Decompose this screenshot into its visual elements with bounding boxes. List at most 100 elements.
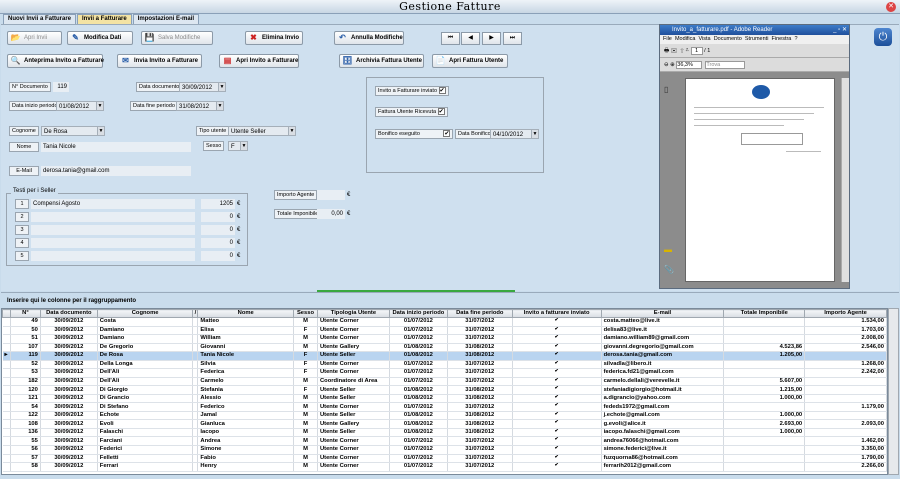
modifica-dati-button[interactable]: ✎ Modifica Dati <box>67 31 133 45</box>
column-header[interactable]: Data inizio periodo <box>388 309 448 318</box>
fattura-ricevuta-checkbox[interactable]: ✔ <box>437 108 445 116</box>
menu-finestra[interactable]: Finestra <box>772 36 792 42</box>
print-icon[interactable]: 🖶 <box>664 48 669 54</box>
page-thumbnail-icon[interactable]: ▯ <box>664 85 668 94</box>
table-row[interactable]: 56 30/09/2012 Federici Simone M Utente Corner… <box>2 445 887 455</box>
invito-inviato-cell[interactable]: ✔ <box>512 343 602 353</box>
down-arrow-icon[interactable]: ⇩ <box>685 48 689 54</box>
apri-invii-button[interactable]: 📂 Apri Invii <box>7 31 62 45</box>
table-row[interactable]: ▸ 119 30/09/2012 De Rosa Tania Nicole F Utente… <box>2 351 887 361</box>
table-row[interactable]: 52 30/09/2012 Della Longa Silvia F Utente Cor… <box>2 360 887 370</box>
dropdown-arrow-icon[interactable]: ▼ <box>96 102 103 110</box>
importo-agente-field[interactable] <box>317 190 345 200</box>
zoom-in-icon[interactable]: ⊕ <box>670 62 675 68</box>
bonifico-checkbox[interactable]: ✔ <box>443 130 451 138</box>
table-row[interactable]: 58 30/09/2012 Ferrari Henry M Utente Corner 01… <box>2 462 887 472</box>
attachment-icon[interactable]: 📎 <box>664 265 674 274</box>
invito-inviato-cell[interactable]: ✔ <box>512 360 602 370</box>
n-documento-field[interactable]: 119 <box>53 82 69 92</box>
testo-amount-field[interactable]: 0 <box>201 212 235 222</box>
email-icon[interactable]: ✉ <box>671 48 677 54</box>
table-row[interactable]: 120 30/09/2012 Di Giorgio Stefania F Utente S… <box>2 385 887 395</box>
invito-inviato-cell[interactable]: ✔ <box>512 428 602 438</box>
window-controls-icon[interactable]: _ ▫ ✕ <box>833 25 847 35</box>
prev-record-button[interactable]: ◀ <box>461 32 480 45</box>
zoom-input[interactable]: 36,3% <box>676 61 703 69</box>
find-input[interactable]: Trova <box>705 61 746 69</box>
menu-vista[interactable]: Vista <box>698 36 710 42</box>
apri-fattura-button[interactable]: 📄 Apri Fattura Utente <box>432 54 508 68</box>
data-documento-field[interactable]: 30/09/2012 ▼ <box>179 82 226 92</box>
dropdown-arrow-icon[interactable]: ▼ <box>218 83 225 91</box>
table-row[interactable]: 57 30/09/2012 Felletti Fabio M Utente Corner 0… <box>2 454 887 464</box>
dropdown-arrow-icon[interactable]: ▼ <box>240 142 247 150</box>
last-record-button[interactable]: ⏭ <box>503 32 522 45</box>
invito-inviato-cell[interactable]: ✔ <box>512 445 602 455</box>
comment-icon[interactable]: ▬ <box>664 245 672 254</box>
menu-modifica[interactable]: Modifica <box>675 36 695 42</box>
invito-inviato-cell[interactable]: ✔ <box>512 454 602 464</box>
close-icon[interactable]: ✕ <box>886 2 896 12</box>
invito-inviato-cell[interactable]: ✔ <box>512 462 602 472</box>
next-record-button[interactable]: ▶ <box>482 32 501 45</box>
menu-documento[interactable]: Documento <box>714 36 742 42</box>
column-header[interactable]: Invito a fatturare inviato <box>511 309 602 318</box>
column-header[interactable]: E-mail <box>600 309 725 318</box>
data-fine-field[interactable]: 31/08/2012 ▼ <box>176 101 224 111</box>
table-row[interactable]: 54 30/09/2012 Di Stefano Federico M Utente Co… <box>2 402 887 412</box>
table-row[interactable]: 182 30/09/2012 Dell'Ali Carmelo M Coordinator… <box>2 377 887 387</box>
tipo-utente-select[interactable]: Utente Seller ▼ <box>228 126 296 136</box>
testo-amount-field[interactable]: 0 <box>201 238 235 248</box>
dropdown-arrow-icon[interactable]: ▼ <box>531 130 538 138</box>
table-row[interactable]: 108 30/09/2012 Evoli Gianluca M Utente Galler… <box>2 419 887 429</box>
testo-text-field[interactable] <box>31 212 195 222</box>
power-icon[interactable]: ⏻ <box>874 28 892 46</box>
testo-text-field[interactable]: Compensi Agosto <box>31 199 195 209</box>
testo-amount-field[interactable]: 0 <box>201 251 235 261</box>
invia-button[interactable]: ✉ Invia Invito a Fatturare <box>117 54 202 68</box>
column-header[interactable]: Data documento <box>39 309 98 318</box>
nome-field[interactable]: Tania Nicole <box>41 142 191 152</box>
testo-amount-field[interactable]: 1205 <box>201 199 235 209</box>
invito-inviato-cell[interactable]: ✔ <box>512 436 602 446</box>
testo-amount-field[interactable]: 0 <box>201 225 235 235</box>
grid-scrollbar[interactable] <box>888 308 899 475</box>
table-row[interactable]: 122 30/09/2012 Echote Jamal M Utente Seller 01… <box>2 411 887 421</box>
first-record-button[interactable]: ⏮ <box>441 32 460 45</box>
column-header[interactable]: Sesso <box>293 309 318 318</box>
page-number-input[interactable]: 1 <box>690 47 703 55</box>
dropdown-arrow-icon[interactable]: ▼ <box>288 127 295 135</box>
invito-inviato-cell[interactable]: ✔ <box>512 377 602 387</box>
annulla-modifiche-button[interactable]: ↶ Annulla Modifiche <box>334 31 404 45</box>
invito-inviato-cell[interactable]: ✔ <box>512 334 602 344</box>
menu-help[interactable]: ? <box>794 36 797 42</box>
tab-impostazioni-email[interactable]: Impostazioni E-mail <box>132 14 200 24</box>
sesso-select[interactable]: F ▼ <box>228 141 248 151</box>
invito-inviato-cell[interactable]: ✔ <box>512 368 602 378</box>
table-row[interactable]: 51 30/09/2012 Damiano William M Utente Corner… <box>2 334 887 344</box>
invito-inviato-cell[interactable]: ✔ <box>512 419 602 429</box>
salva-modifiche-button[interactable]: 💾 Salva Modifiche <box>141 31 213 45</box>
table-row[interactable]: 53 30/09/2012 Dell'Ali Federica F Utente Corn… <box>2 368 887 378</box>
table-row[interactable]: 49 30/09/2012 Costa Matteo M Utente Corner 01/… <box>2 317 887 327</box>
invito-inviato-cell[interactable]: ✔ <box>512 411 602 421</box>
column-header[interactable]: N° <box>9 309 41 318</box>
table-row[interactable]: 121 30/09/2012 Di Grancio Alessio M Utente Se… <box>2 394 887 404</box>
testo-text-field[interactable] <box>31 251 195 261</box>
table-row[interactable]: 107 30/09/2012 De Gregorio Giovanni M Utente … <box>2 343 887 353</box>
tab-nuovi-invii[interactable]: Nuovi Invii a Fatturare <box>3 14 77 24</box>
archivia-button[interactable]: 🗄 Archivia Fattura Utente <box>339 54 424 68</box>
invito-inviato-cell[interactable]: ✔ <box>512 394 602 404</box>
table-row[interactable]: 50 30/09/2012 Damiano Elisa F Utente Corner 01… <box>2 326 887 336</box>
invito-inviato-cell[interactable]: ✔ <box>512 385 602 395</box>
menu-file[interactable]: File <box>663 36 672 42</box>
testo-text-field[interactable] <box>31 238 195 248</box>
up-arrow-icon[interactable]: ⇧ <box>680 48 684 54</box>
data-bonifico-field[interactable]: 04/10/2012 ▼ <box>490 129 539 139</box>
cognome-field[interactable]: De Rosa ▼ <box>41 126 105 136</box>
table-row[interactable]: 55 30/09/2012 Farciani Andrea M Utente Corner… <box>2 436 887 446</box>
anteprima-button[interactable]: 🔍 Anteprima Invito a Fatturare <box>7 54 104 68</box>
zoom-out-icon[interactable]: ⊖ <box>664 62 669 68</box>
column-header[interactable]: Nome <box>197 309 295 318</box>
testo-text-field[interactable] <box>31 225 195 235</box>
